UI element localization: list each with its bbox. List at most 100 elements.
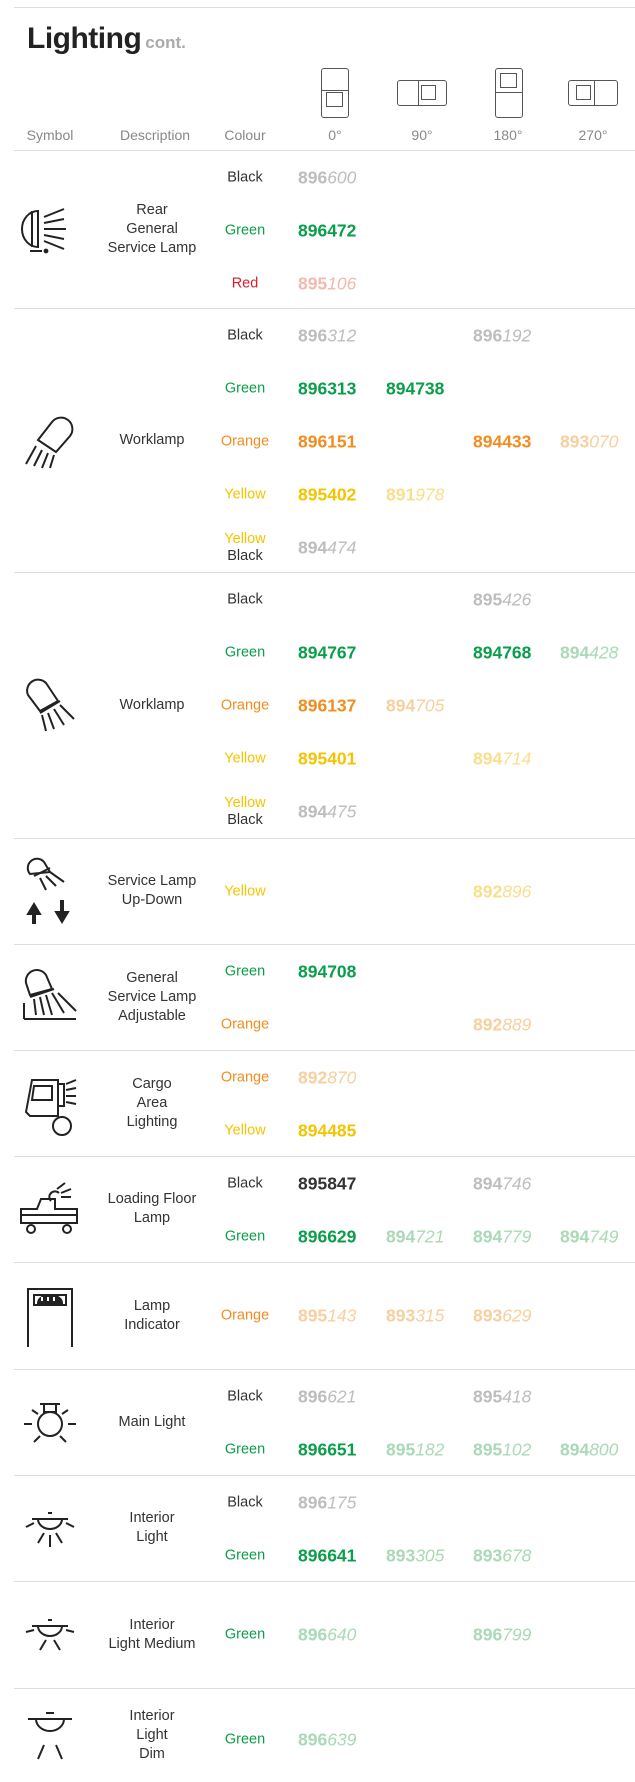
part-number: 891978 xyxy=(386,484,445,505)
header-symbol: Symbol xyxy=(26,127,74,143)
colour-label: Yellow xyxy=(224,883,266,900)
table-row: Green 896472 xyxy=(0,211,635,251)
table-row: Orange 892889 xyxy=(0,1005,635,1045)
table-row: Black 895426 xyxy=(0,580,635,620)
header-orientation-180: 180° xyxy=(493,127,523,143)
part-number: 894475 xyxy=(298,801,357,822)
part-number: 896151 xyxy=(298,431,357,452)
orientation-180-icon xyxy=(495,68,523,118)
part-number: 894738 xyxy=(386,378,445,399)
part-number: 894746 xyxy=(473,1173,532,1194)
part-number: 894768 xyxy=(473,642,532,663)
colour-label: Yellow xyxy=(224,1122,266,1139)
orientation-90-icon xyxy=(397,80,447,106)
colour-label: Black xyxy=(227,1494,263,1511)
table-row: Green 896639 xyxy=(0,1720,635,1760)
part-number: 894800 xyxy=(560,1439,619,1460)
part-number: 894428 xyxy=(560,642,619,663)
colour-label: Orange xyxy=(220,1069,270,1086)
table-row: Red 895106 xyxy=(0,264,635,304)
orientation-0-icon xyxy=(321,68,349,118)
part-number: 894749 xyxy=(560,1226,619,1247)
part-number: 894433 xyxy=(473,431,532,452)
top-divider xyxy=(14,7,635,8)
part-number: 896641 xyxy=(298,1545,357,1566)
part-number: 896312 xyxy=(298,325,357,346)
colour-label: Black xyxy=(227,1175,263,1192)
header-orientation-0: 0° xyxy=(328,127,342,143)
part-number: 894779 xyxy=(473,1226,532,1247)
part-number: 894714 xyxy=(473,748,532,769)
part-number: 894474 xyxy=(298,537,357,558)
header-orientation-270: 270° xyxy=(578,127,608,143)
colour-label: Black xyxy=(227,169,263,186)
colour-label: Green xyxy=(224,1547,266,1564)
colour-label: Green xyxy=(224,1731,266,1748)
part-number: 894708 xyxy=(298,961,357,982)
table-row: Yellow Black 894475 xyxy=(0,792,635,832)
table-row: Green 896641 893305 893678 xyxy=(0,1536,635,1576)
page-title: Lighting cont. xyxy=(27,22,186,55)
part-number: 896799 xyxy=(473,1624,532,1645)
table-row: Black 896621 895418 xyxy=(0,1377,635,1417)
colour-label: Orange xyxy=(220,1016,270,1033)
table-row: Black 896312 896192 xyxy=(0,316,635,356)
colour-label: Yellow Black xyxy=(224,531,266,564)
table-row: Green 896651 895182 895102 894800 xyxy=(0,1430,635,1470)
part-number: 896639 xyxy=(298,1729,357,1750)
table-row: Green 896629 894721 894779 894749 xyxy=(0,1217,635,1257)
part-number: 894705 xyxy=(386,695,445,716)
part-number: 896192 xyxy=(473,325,532,346)
part-number: 895182 xyxy=(386,1439,445,1460)
colour-label: Green xyxy=(224,1626,266,1643)
part-number: 895847 xyxy=(298,1173,357,1194)
colour-label: Orange xyxy=(220,433,270,450)
header-description: Description xyxy=(119,127,191,143)
colour-label: Yellow xyxy=(224,750,266,767)
header-orientation-90: 90° xyxy=(411,127,433,143)
part-number: 893070 xyxy=(560,431,619,452)
table-row: Yellow 895401 894714 xyxy=(0,739,635,779)
part-number: 893305 xyxy=(386,1545,445,1566)
part-number: 895418 xyxy=(473,1386,532,1407)
table-row: Black 896175 xyxy=(0,1483,635,1523)
part-number: 896651 xyxy=(298,1439,357,1460)
part-number: 894485 xyxy=(298,1120,357,1141)
colour-label: Orange xyxy=(220,1307,270,1324)
part-number: 896600 xyxy=(298,167,357,188)
part-number: 896472 xyxy=(298,220,357,241)
colour-label: Black xyxy=(227,1388,263,1405)
part-number: 896621 xyxy=(298,1386,357,1407)
part-number: 892870 xyxy=(298,1067,357,1088)
table-row: Green 896640 896799 xyxy=(0,1615,635,1655)
table-row: Green 896313 894738 xyxy=(0,369,635,409)
part-number: 895401 xyxy=(298,748,357,769)
colour-label: Black xyxy=(227,327,263,344)
part-number: 896640 xyxy=(298,1624,357,1645)
table-row: Yellow 894485 xyxy=(0,1111,635,1151)
part-number: 896629 xyxy=(298,1226,357,1247)
part-number: 893315 xyxy=(386,1305,445,1326)
colour-label: Yellow Black xyxy=(224,795,266,828)
table-row: Black 896600 xyxy=(0,158,635,198)
colour-label: Orange xyxy=(220,697,270,714)
part-number: 896313 xyxy=(298,378,357,399)
colour-label: Green xyxy=(224,963,266,980)
part-number: 892889 xyxy=(473,1014,532,1035)
table-row: Orange 892870 xyxy=(0,1058,635,1098)
part-number: 892896 xyxy=(473,881,532,902)
table-row: Yellow 892896 xyxy=(0,872,635,912)
part-number: 895102 xyxy=(473,1439,532,1460)
part-number: 895106 xyxy=(298,273,357,294)
part-number: 894721 xyxy=(386,1226,445,1247)
colour-label: Black xyxy=(227,591,263,608)
part-number: 893629 xyxy=(473,1305,532,1326)
colour-label: Green xyxy=(224,222,266,239)
part-number: 895402 xyxy=(298,484,357,505)
table-row: Yellow Black 894474 xyxy=(0,528,635,568)
colour-label: Green xyxy=(224,380,266,397)
table-row: Black 895847 894746 xyxy=(0,1164,635,1204)
orientation-270-icon xyxy=(568,80,618,106)
header-colour: Colour xyxy=(224,127,266,143)
colour-label: Yellow xyxy=(224,486,266,503)
